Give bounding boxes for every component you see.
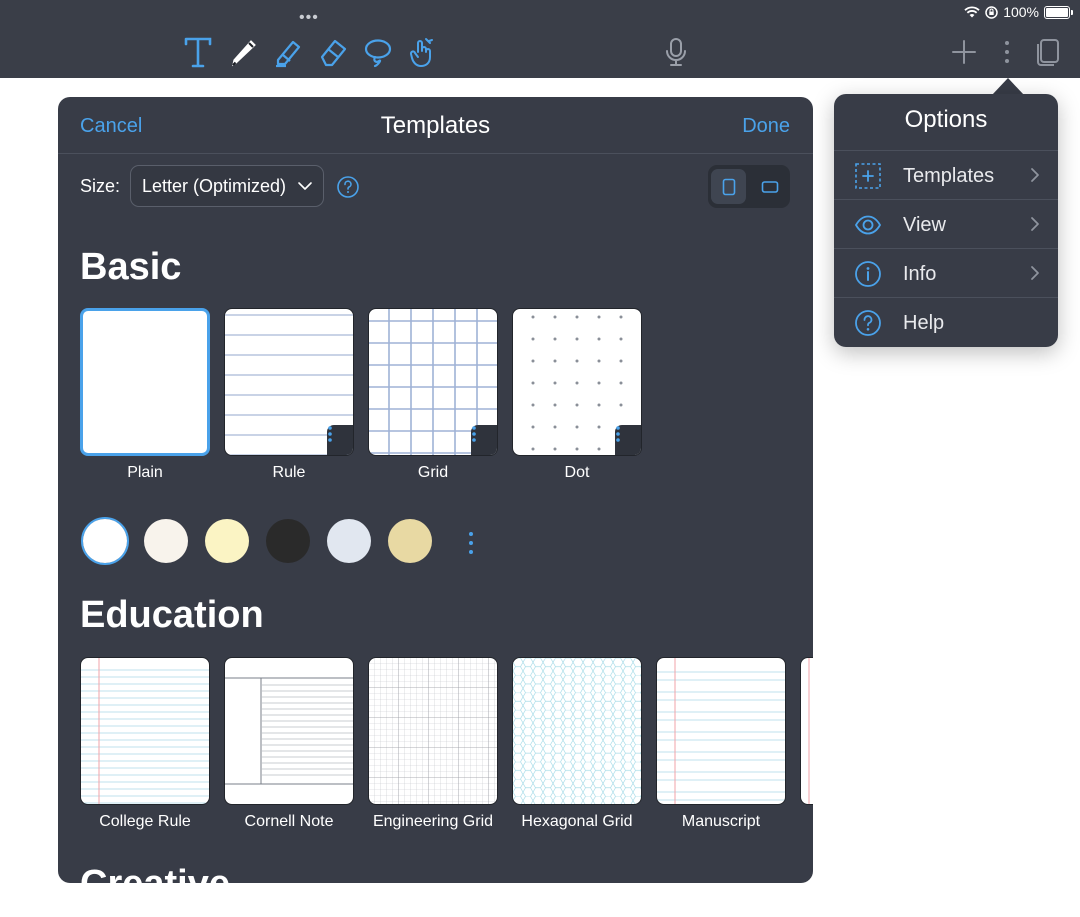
more-colors-icon[interactable] [467, 531, 475, 555]
template-label: Grid [417, 464, 449, 481]
hand-tool-icon[interactable] [404, 34, 440, 70]
multitasking-dots[interactable]: ••• [299, 9, 319, 27]
basic-section-title: Basic [80, 246, 182, 288]
template-hexagonal-grid[interactable] [512, 657, 642, 805]
add-page-icon[interactable] [946, 34, 982, 70]
size-dropdown[interactable]: Letter (Optimized) [130, 165, 324, 207]
chevron-right-icon [1031, 217, 1039, 231]
chevron-right-icon [1031, 266, 1039, 280]
template-label: Plain [127, 464, 163, 481]
top-toolbar: ••• 100% [0, 0, 1080, 78]
template-label: Hexagonal Grid [521, 813, 633, 830]
options-item-view[interactable]: View [834, 199, 1058, 249]
panel-title: Templates [380, 112, 491, 139]
options-item-label: Info [903, 263, 937, 285]
template-college-rule[interactable] [80, 657, 210, 805]
orientation-toggle [708, 165, 790, 208]
templates-panel: Cancel Templates Done Size: Letter (Opti… [58, 97, 813, 883]
template-label: Rule [272, 464, 306, 481]
paper-color-swatch-black[interactable] [266, 519, 310, 563]
help-icon [855, 310, 881, 336]
wifi-icon [964, 6, 980, 18]
pen-tool-icon[interactable] [226, 34, 262, 70]
options-item-templates[interactable]: Templates [834, 150, 1058, 200]
battery-percent: 100% [1003, 4, 1039, 20]
template-label: Cornell Note [244, 813, 334, 830]
more-vertical-icon [328, 426, 332, 442]
template-label: Engineering Grid [372, 813, 494, 830]
eye-icon [854, 215, 882, 235]
template-plain[interactable] [80, 308, 210, 456]
options-title: Options [904, 106, 988, 133]
lasso-tool-icon[interactable] [360, 34, 396, 70]
template-partial-next[interactable] [800, 657, 813, 805]
template-engineering-grid[interactable] [368, 657, 498, 805]
paper-color-swatch-yellow[interactable] [205, 519, 249, 563]
more-options-icon[interactable] [989, 34, 1025, 70]
battery-icon [1044, 5, 1073, 19]
template-label: College Rule [99, 813, 191, 830]
paper-color-swatch-light-blue[interactable] [327, 519, 371, 563]
template-rule[interactable] [224, 308, 354, 456]
template-options-button[interactable] [327, 425, 353, 455]
status-bar: 100% [964, 3, 1073, 21]
eraser-tool-icon[interactable] [315, 34, 351, 70]
templates-panel-header: Cancel Templates Done [58, 97, 813, 154]
done-button[interactable]: Done [742, 115, 790, 138]
template-cornell-note[interactable] [224, 657, 354, 805]
size-label: Size: [80, 176, 121, 196]
chevron-down-icon [298, 182, 312, 190]
options-item-info[interactable]: Info [834, 248, 1058, 298]
options-item-label: Help [903, 312, 945, 334]
more-vertical-icon [472, 426, 476, 442]
landscape-orientation-button[interactable] [752, 169, 787, 204]
options-item-help[interactable]: Help [834, 297, 1058, 347]
highlighter-tool-icon[interactable] [270, 34, 306, 70]
popover-arrow [992, 78, 1024, 95]
creative-section-title: Creative [80, 863, 230, 883]
pages-icon[interactable] [1031, 34, 1067, 70]
options-item-label: Templates [903, 165, 995, 187]
info-icon [855, 261, 881, 287]
chevron-right-icon [1031, 168, 1039, 182]
template-icon [855, 163, 881, 189]
template-options-button[interactable] [615, 425, 641, 455]
paper-color-swatch-white[interactable] [83, 519, 127, 563]
size-dropdown-value: Letter (Optimized) [142, 175, 287, 196]
template-label: Dot [564, 464, 590, 481]
template-label: Manuscript [681, 813, 761, 830]
more-vertical-icon [616, 426, 620, 442]
landscape-icon [761, 180, 778, 193]
options-popover: Options Templates View Info Help [834, 94, 1058, 347]
orientation-lock-icon [985, 5, 998, 19]
size-help-icon[interactable] [337, 176, 359, 198]
template-manuscript[interactable] [656, 657, 786, 805]
template-grid[interactable] [368, 308, 498, 456]
paper-color-swatch-ivory[interactable] [144, 519, 188, 563]
paper-color-swatch-tan[interactable] [388, 519, 432, 563]
portrait-orientation-button[interactable] [711, 169, 746, 204]
portrait-icon [722, 178, 735, 195]
microphone-icon[interactable] [658, 34, 694, 70]
options-item-label: View [903, 214, 946, 236]
template-dot[interactable] [512, 308, 642, 456]
education-section-title: Education [80, 594, 264, 636]
template-options-button[interactable] [471, 425, 497, 455]
text-tool-icon[interactable] [180, 34, 216, 70]
